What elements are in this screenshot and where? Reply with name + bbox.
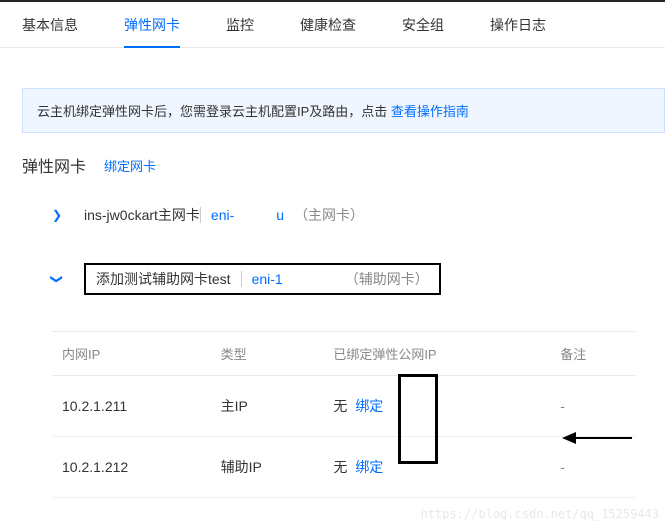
info-text: 云主机绑定弹性网卡后，您需登录云主机配置IP及路由，点击	[37, 104, 391, 119]
cell-type: 主IP	[211, 376, 324, 437]
cell-remark: -	[550, 437, 635, 498]
col-type: 类型	[211, 332, 324, 376]
collapse-icon[interactable]: ❯	[50, 272, 64, 286]
tab-bar: 基本信息 弹性网卡 监控 健康检查 安全组 操作日志	[0, 2, 665, 48]
arrow-icon	[562, 432, 632, 444]
table-row: 10.2.1.211 主IP 无 绑定 -	[52, 376, 635, 437]
nic-primary-eni-link[interactable]: eni-xxxxxxu	[200, 207, 284, 223]
info-banner: 云主机绑定弹性网卡后，您需登录云主机配置IP及路由，点击 查看操作指南	[22, 88, 665, 133]
tab-eni[interactable]: 弹性网卡	[124, 3, 180, 47]
tab-monitor[interactable]: 监控	[226, 3, 254, 47]
tab-oplog[interactable]: 操作日志	[490, 3, 546, 47]
watermark: https://blog.csdn.net/qq_15259443	[421, 507, 659, 521]
tab-basic[interactable]: 基本信息	[22, 3, 78, 47]
col-ip: 内网IP	[52, 332, 211, 376]
nic-secondary-name: 添加测试辅助网卡test	[96, 269, 231, 289]
cell-eip: 无 绑定	[323, 437, 550, 498]
nic-primary-name: ins-jw0ckart主网卡	[84, 205, 200, 225]
bind-nic-link[interactable]: 绑定网卡	[104, 156, 156, 175]
highlight-frame: 添加测试辅助网卡test eni-1xxxxxx （辅助网卡）	[84, 263, 441, 295]
expand-icon[interactable]: ❯	[50, 208, 64, 222]
tab-sg[interactable]: 安全组	[402, 3, 444, 47]
nic-primary-type: （主网卡）	[294, 205, 364, 225]
nic-secondary-type: （辅助网卡）	[345, 269, 429, 289]
col-eip: 已绑定弹性公网IP	[323, 332, 550, 376]
cell-remark: -	[550, 376, 635, 437]
cell-ip: 10.2.1.212	[52, 437, 211, 498]
cell-eip: 无 绑定	[323, 376, 550, 437]
table-row: 10.2.1.212 辅助IP 无 绑定 -	[52, 437, 635, 498]
bind-eip-link[interactable]: 绑定	[349, 453, 389, 481]
guide-link[interactable]: 查看操作指南	[391, 104, 469, 119]
nic-secondary-eni-link[interactable]: eni-1xxxxxx	[241, 271, 325, 287]
cell-type: 辅助IP	[211, 437, 324, 498]
nic-primary-row: ❯ ins-jw0ckart主网卡 eni-xxxxxxu （主网卡）	[22, 195, 665, 235]
cell-ip: 10.2.1.211	[52, 376, 211, 437]
tab-health[interactable]: 健康检查	[300, 3, 356, 47]
nic-secondary-row: ❯ 添加测试辅助网卡test eni-1xxxxxx （辅助网卡）	[22, 257, 665, 301]
section-title: 弹性网卡	[22, 153, 86, 177]
ip-table: 内网IP 类型 已绑定弹性公网IP 备注 10.2.1.211 主IP 无 绑定	[52, 331, 635, 498]
bind-eip-link[interactable]: 绑定	[349, 392, 389, 420]
col-remark: 备注	[550, 332, 635, 376]
